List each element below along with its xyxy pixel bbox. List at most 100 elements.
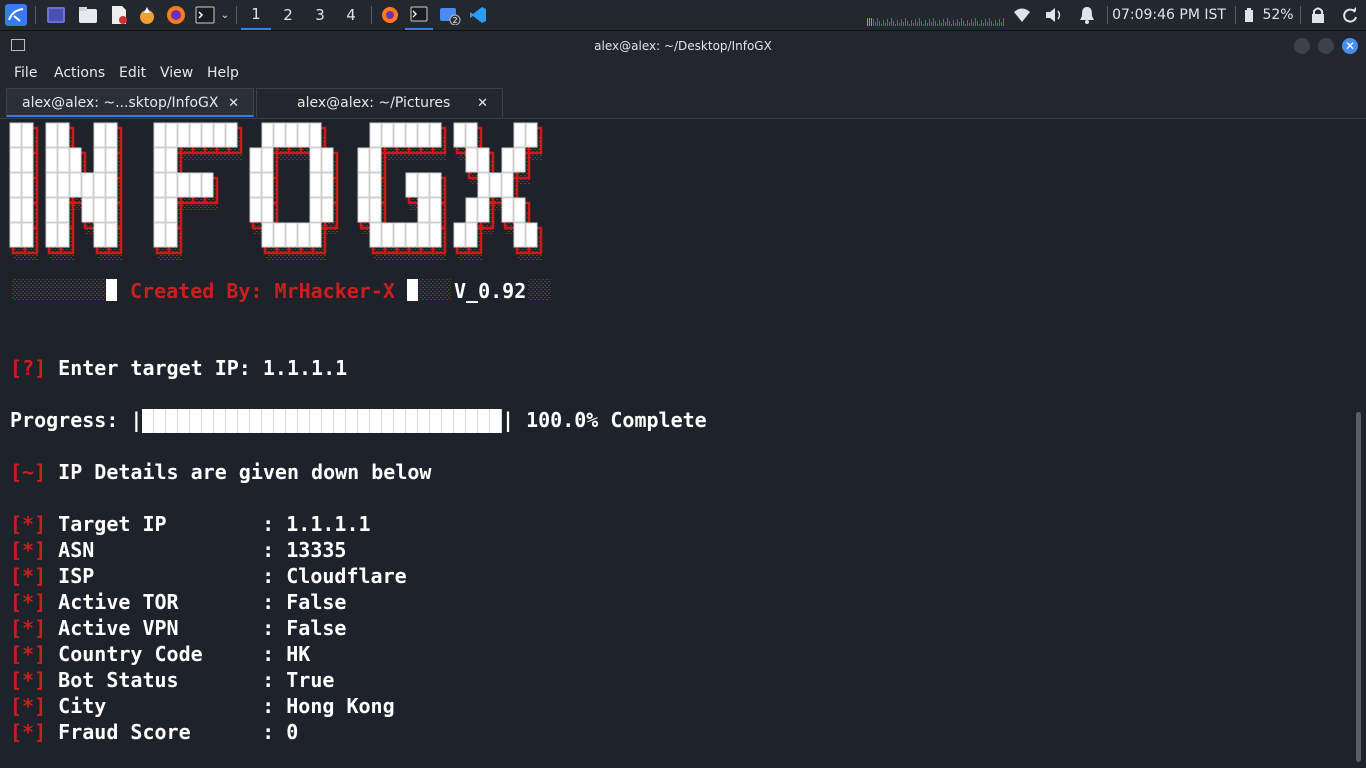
prompt-value: 1.1.1.1 bbox=[262, 356, 348, 380]
tab-pictures[interactable]: alex@alex: ~/Pictures ✕ bbox=[256, 88, 503, 117]
detail-key: Target IP bbox=[58, 512, 167, 536]
close-button[interactable]: ✕ bbox=[1342, 38, 1358, 54]
battery-percent[interactable]: 52% bbox=[1258, 0, 1298, 30]
detail-tag: [*] bbox=[10, 564, 47, 588]
menu-edit[interactable]: Edit bbox=[119, 61, 146, 86]
detail-tag: [*] bbox=[10, 616, 47, 640]
detail-value: HK bbox=[286, 642, 311, 666]
file-manager-icon[interactable] bbox=[76, 0, 100, 30]
detail-row: [*] City: Hong Kong bbox=[10, 694, 395, 718]
detail-value: Cloudflare bbox=[286, 564, 407, 588]
taskbar-separator bbox=[1107, 6, 1108, 24]
clock[interactable]: 07:09:46 PM IST bbox=[1110, 0, 1228, 30]
file-manager-task-icon[interactable]: 2 bbox=[437, 0, 463, 30]
notification-count: 2 bbox=[453, 16, 458, 25]
lock-icon[interactable] bbox=[1306, 0, 1330, 30]
detail-tag: [*] bbox=[10, 694, 47, 718]
detail-value: 1.1.1.1 bbox=[286, 512, 371, 536]
detail-row: [*] Active TOR: False bbox=[10, 590, 347, 614]
prompt-label: Enter target IP: bbox=[58, 356, 251, 380]
workspace-4-button[interactable]: 4 bbox=[336, 0, 366, 30]
detail-tag: [*] bbox=[10, 590, 47, 614]
info-text: IP Details are given down below bbox=[58, 460, 432, 484]
detail-tag: [*] bbox=[10, 720, 47, 744]
window-title: alex@alex: ~/Desktop/InfoGX bbox=[594, 39, 772, 53]
menu-file[interactable]: File bbox=[14, 61, 37, 86]
detail-tag: [*] bbox=[10, 512, 47, 536]
workspace-switcher-icon[interactable] bbox=[44, 0, 68, 30]
detail-row: [*] Bot Status: True bbox=[10, 668, 335, 692]
progress-complete: | 100.0% Complete bbox=[502, 408, 707, 432]
info-header: [~] IP Details are given down below bbox=[10, 459, 431, 485]
taskbar-separator bbox=[1235, 6, 1236, 24]
window-titlebar[interactable]: alex@alex: ~/Desktop/InfoGX ✕ bbox=[0, 31, 1366, 61]
tab-close-icon[interactable]: ✕ bbox=[477, 89, 488, 118]
taskbar-separator bbox=[1300, 6, 1301, 24]
bell-icon[interactable] bbox=[1075, 0, 1099, 30]
infogx-banner-art bbox=[9, 122, 543, 260]
refresh-icon[interactable] bbox=[1338, 0, 1362, 30]
banner-version: V_0.92 bbox=[454, 279, 527, 303]
taskbar: ⌄ 1 2 3 4 2 07:09:46 PM IST 52% bbox=[0, 0, 1366, 31]
progress-percent: 100.0% Complete bbox=[526, 408, 707, 432]
vscode-task-icon[interactable] bbox=[466, 0, 490, 30]
terminal-icon[interactable] bbox=[193, 0, 217, 30]
workspace-1-button[interactable]: 1 bbox=[241, 0, 271, 30]
taskbar-separator bbox=[35, 6, 36, 24]
wifi-icon[interactable] bbox=[1010, 0, 1034, 30]
detail-value: Hong Kong bbox=[286, 694, 395, 718]
progress-label: Progress: bbox=[10, 408, 119, 432]
banner-created-by: Created By: MrHacker-X bbox=[130, 279, 395, 303]
tab-label: alex@alex: ~...sktop/InfoGX bbox=[22, 95, 219, 111]
volume-icon[interactable] bbox=[1042, 0, 1066, 30]
detail-row: [*] Country Code: HK bbox=[10, 642, 311, 666]
network-monitor-icon bbox=[866, 0, 1008, 30]
minimize-button[interactable] bbox=[1294, 38, 1310, 54]
workspace-3-button[interactable]: 3 bbox=[305, 0, 335, 30]
detail-key: Bot Status bbox=[58, 668, 179, 692]
firefox-icon[interactable] bbox=[163, 0, 189, 30]
tab-bar: alex@alex: ~...sktop/InfoGX ✕ alex@alex:… bbox=[0, 86, 1366, 119]
detail-key: Active TOR bbox=[58, 590, 179, 614]
menu-actions[interactable]: Actions bbox=[54, 61, 105, 86]
close-icon: ✕ bbox=[1344, 39, 1356, 53]
terminal-scrollbar[interactable] bbox=[1352, 119, 1366, 768]
menu-help[interactable]: Help bbox=[207, 61, 239, 86]
prompt-line: [?] Enter target IP: 1.1.1.1 bbox=[10, 355, 347, 381]
terminal-task-icon[interactable] bbox=[405, 0, 433, 30]
detail-tag: [*] bbox=[10, 538, 47, 562]
kali-menu-icon[interactable] bbox=[2, 0, 30, 30]
prompt-tag: [?] bbox=[10, 356, 47, 380]
progress-track bbox=[142, 409, 502, 433]
chevron-down-icon[interactable]: ⌄ bbox=[218, 0, 232, 30]
detail-row: [*] Active VPN: False bbox=[10, 616, 347, 640]
menu-view[interactable]: View bbox=[160, 61, 193, 86]
detail-key: ISP bbox=[58, 564, 95, 588]
taskbar-separator bbox=[371, 6, 372, 24]
tab-label: alex@alex: ~/Pictures bbox=[297, 95, 451, 111]
maximize-button[interactable] bbox=[1318, 38, 1334, 54]
workspace-2-button[interactable]: 2 bbox=[273, 0, 303, 30]
progress-bar-fill bbox=[142, 409, 502, 433]
text-editor-icon[interactable] bbox=[107, 0, 131, 30]
detail-row: [*] Fraud Score: 0 bbox=[10, 720, 299, 744]
detail-row: [*] Target IP: 1.1.1.1 bbox=[10, 512, 371, 536]
scrollbar-thumb[interactable] bbox=[1356, 412, 1361, 762]
detail-value: False bbox=[286, 590, 347, 614]
detail-key: City bbox=[58, 694, 107, 718]
progress-line: Progress: | bbox=[10, 408, 143, 432]
firefox-task-icon[interactable] bbox=[378, 0, 402, 30]
detail-value: False bbox=[286, 616, 347, 640]
battery-icon[interactable] bbox=[1242, 0, 1256, 30]
terminal-output[interactable]: Created By: MrHacker-X V_0.92 [?] Enter … bbox=[0, 119, 1352, 768]
detail-row: [*] ISP: Cloudflare bbox=[10, 564, 407, 588]
menu-bar: File Actions Edit View Help bbox=[0, 61, 1366, 86]
detail-tag: [*] bbox=[10, 642, 47, 666]
detail-value: True bbox=[286, 668, 335, 692]
tab-close-icon[interactable]: ✕ bbox=[228, 89, 239, 118]
tab-infogx[interactable]: alex@alex: ~...sktop/InfoGX ✕ bbox=[6, 88, 254, 117]
burpsuite-icon[interactable] bbox=[135, 0, 159, 30]
taskbar-separator bbox=[236, 6, 237, 24]
detail-key: ASN bbox=[58, 538, 95, 562]
detail-key: Active VPN bbox=[58, 616, 179, 640]
